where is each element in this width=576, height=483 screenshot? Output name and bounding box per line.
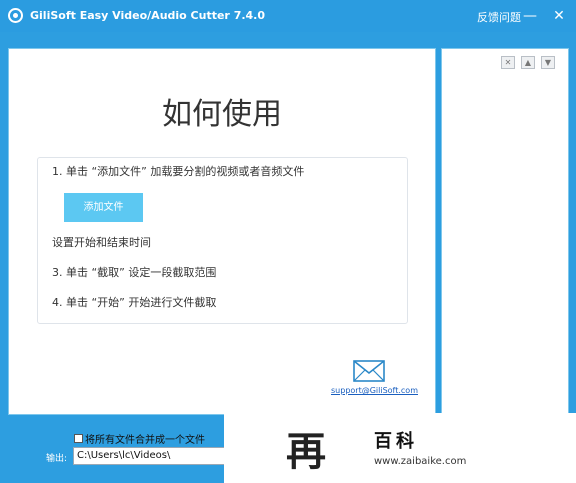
feedback-link[interactable]: 反馈问题: [477, 9, 521, 25]
remove-icon[interactable]: ✕: [501, 56, 515, 69]
merge-checkbox[interactable]: [74, 434, 83, 443]
watermark-url: www.zaibaike.com: [374, 456, 467, 467]
watermark-logo: 再: [286, 428, 326, 475]
step-1-text: 1. 单击 “添加文件” 加载要分割的视频或者音频文件: [52, 165, 305, 178]
add-file-button[interactable]: 添加文件: [64, 193, 143, 222]
watermark-overlay: 再 百科 www.zaibaike.com: [224, 413, 576, 483]
step-3-text: 3. 单击 “截取” 设定一段截取范围: [52, 266, 217, 279]
step-4-text: 4. 单击 “开始” 开始进行文件截取: [52, 296, 217, 309]
side-panel: ✕ ▲ ▼: [441, 48, 569, 415]
page-title: 如何使用: [162, 97, 282, 132]
instructions-box: 1. 单击 “添加文件” 加载要分割的视频或者音频文件 添加文件 设置开始和结束…: [37, 157, 408, 324]
title-bar: GiliSoft Easy Video/Audio Cutter 7.4.0 反…: [0, 0, 576, 32]
merge-label: 将所有文件合并成一个文件: [85, 435, 205, 446]
watermark-text: 百科: [374, 431, 418, 452]
minimize-button[interactable]: —: [520, 6, 540, 26]
email-icon[interactable]: [353, 360, 385, 382]
close-button[interactable]: ✕: [549, 6, 569, 26]
move-up-icon[interactable]: ▲: [521, 56, 535, 69]
step-2-text: 设置开始和结束时间: [52, 236, 151, 249]
output-path-field[interactable]: C:\Users\lc\Videos\: [73, 447, 229, 465]
main-panel: 如何使用 1. 单击 “添加文件” 加载要分割的视频或者音频文件 添加文件 设置…: [8, 48, 436, 415]
move-down-icon[interactable]: ▼: [541, 56, 555, 69]
support-email-link[interactable]: support@GiliSoft.com: [331, 386, 418, 395]
window-title: GiliSoft Easy Video/Audio Cutter 7.4.0: [30, 9, 266, 22]
output-label: 输出:: [46, 454, 68, 464]
app-logo-icon: [8, 8, 23, 23]
merge-option[interactable]: 将所有文件合并成一个文件: [74, 431, 205, 446]
